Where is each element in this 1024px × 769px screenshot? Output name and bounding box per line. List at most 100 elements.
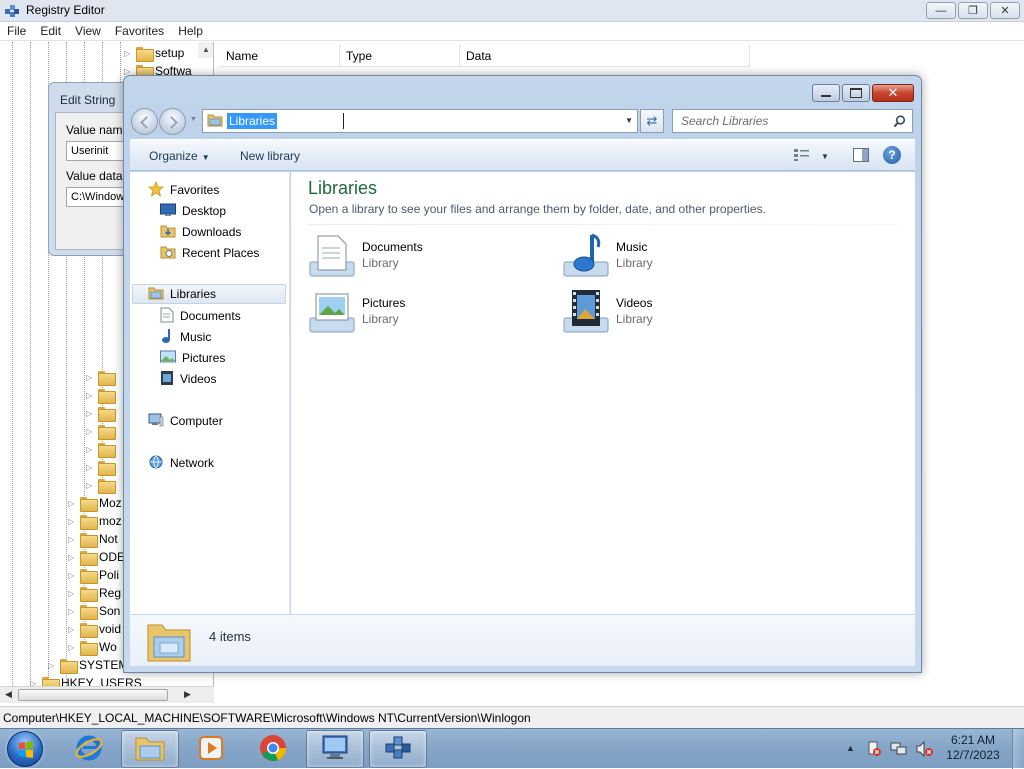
library-item-videos[interactable]: Videos Library [562,288,802,338]
taskbar-chrome[interactable] [244,730,302,768]
address-dropdown-arrow[interactable]: ▼ [625,116,633,125]
expand-icon[interactable]: ▷ [86,391,95,400]
expand-icon[interactable]: ▷ [68,517,77,526]
preview-pane-icon[interactable] [852,148,869,165]
menu-favorites[interactable]: Favorites [108,22,171,40]
expand-icon[interactable]: ▷ [86,481,95,490]
tree-scroll-up-button[interactable]: ▲ [198,42,213,58]
nav-favorites[interactable]: Favorites [147,180,219,200]
nav-documents[interactable]: Documents [160,306,241,326]
taskbar-media-player[interactable] [182,730,240,768]
expand-icon[interactable]: ▷ [86,445,95,454]
menu-view[interactable]: View [68,22,108,40]
back-button[interactable] [131,108,158,135]
expand-icon[interactable]: ▷ [48,661,57,670]
tree-node-system[interactable]: ▷ SYSTEM [48,656,128,674]
expand-icon[interactable]: ▷ [68,643,77,652]
nav-computer[interactable]: Computer [148,411,223,431]
expand-icon[interactable]: ▷ [86,373,95,382]
tree-node[interactable]: ▷ [86,476,116,494]
scroll-left-button[interactable]: ◀ [5,689,12,700]
show-hidden-icons-button[interactable]: ▲ [846,743,855,753]
scroll-thumb[interactable] [18,689,168,701]
tree-node[interactable]: ▷ Moz [68,494,122,512]
change-view-icon[interactable] [793,148,811,165]
tree-node[interactable]: ▷ [86,458,116,476]
tree-node[interactable]: ▷ [86,386,116,404]
action-center-icon[interactable] [866,741,882,760]
expand-icon[interactable]: ▷ [68,553,77,562]
navigation-pane[interactable]: Favorites Desktop Downloads Recent Place… [130,172,290,614]
registry-close-button[interactable]: ✕ [990,2,1020,19]
start-button[interactable] [2,730,48,768]
expand-icon[interactable]: ▷ [68,499,77,508]
tree-node[interactable]: ▷ Reg [68,584,121,602]
taskbar-internet-explorer[interactable] [60,730,118,768]
network-tray-icon[interactable] [890,741,908,760]
menu-file[interactable]: File [0,22,33,40]
explorer-close-button[interactable]: ✕ [872,84,914,102]
help-icon[interactable]: ? [883,146,901,164]
expand-icon[interactable]: ▷ [68,571,77,580]
taskbar-windows-explorer[interactable] [121,730,179,768]
expand-icon[interactable]: ▷ [86,427,95,436]
expand-icon[interactable]: ▷ [68,625,77,634]
expand-icon[interactable]: ▷ [124,49,133,58]
volume-muted-icon[interactable] [916,740,934,760]
tree-node[interactable]: ▷ Poli [68,566,119,584]
address-text[interactable]: Libraries [227,113,278,129]
explorer-minimize-button[interactable] [812,84,840,102]
tree-node[interactable]: ▷ moz [68,512,122,530]
nav-recent-places[interactable]: Recent Places [160,243,259,263]
registry-title-bar[interactable]: Registry Editor — ❐ ✕ [0,0,1024,22]
clock[interactable]: 6:21 AM 12/7/2023 [940,733,1006,763]
tree-node[interactable]: ▷ setup [124,44,184,62]
column-type-header[interactable]: Type [340,45,460,67]
recent-pages-dropdown[interactable]: ▼ [190,116,197,123]
nav-music[interactable]: Music [160,327,211,347]
taskbar-remote-desktop[interactable] [306,730,364,768]
taskbar-registry-editor[interactable] [369,730,427,768]
registry-restore-button[interactable]: ❐ [958,2,988,19]
organize-button[interactable]: Organize ▼ [149,149,210,163]
view-options-dropdown[interactable]: ▼ [821,152,829,161]
tree-node[interactable]: ▷ Not [68,530,118,548]
expand-icon[interactable]: ▷ [86,463,95,472]
menu-edit[interactable]: Edit [33,22,68,40]
tree-node[interactable]: ▷ Wo [68,638,117,656]
column-data-header[interactable]: Data [460,45,750,67]
expand-icon[interactable]: ▷ [68,589,77,598]
column-name-header[interactable]: Name [220,45,340,67]
search-box[interactable] [672,109,913,133]
tree-node[interactable]: ▷ Son [68,602,120,620]
search-input[interactable] [679,111,879,131]
tree-node[interactable]: ▷ [86,368,116,386]
tree-node[interactable]: ▷ [86,404,116,422]
nav-desktop[interactable]: Desktop [160,201,226,221]
forward-button[interactable] [159,108,186,135]
registry-minimize-button[interactable]: — [926,2,956,19]
expand-icon[interactable]: ▷ [68,607,77,616]
scroll-right-button[interactable]: ▶ [184,689,191,700]
new-library-button[interactable]: New library [240,149,300,163]
tree-node[interactable]: ▷ ODE [68,548,125,566]
tree-node[interactable]: ▷ void [68,620,121,638]
search-icon[interactable] [893,115,906,131]
nav-videos[interactable]: Videos [160,369,216,389]
tree-horizontal-scrollbar[interactable]: ◀ ▶ [0,686,214,703]
libraries-content-pane[interactable]: Libraries Open a library to see your fil… [291,172,915,614]
library-item-documents[interactable]: Documents Library [308,232,548,282]
tree-node[interactable]: ▷ [86,440,116,458]
address-bar[interactable]: Libraries ▼ [202,109,638,133]
nav-pictures[interactable]: Pictures [160,348,225,368]
refresh-button[interactable]: ⇄ [640,109,664,133]
explorer-maximize-button[interactable] [842,84,870,102]
nav-libraries[interactable]: Libraries [132,284,286,304]
nav-network[interactable]: Network [148,453,214,473]
library-item-music[interactable]: Music Library [562,232,802,282]
nav-downloads[interactable]: Downloads [160,222,241,242]
show-desktop-button[interactable] [1012,729,1024,769]
library-item-pictures[interactable]: Pictures Library [308,288,548,338]
tree-node[interactable]: ▷ [86,422,116,440]
menu-help[interactable]: Help [171,22,210,40]
